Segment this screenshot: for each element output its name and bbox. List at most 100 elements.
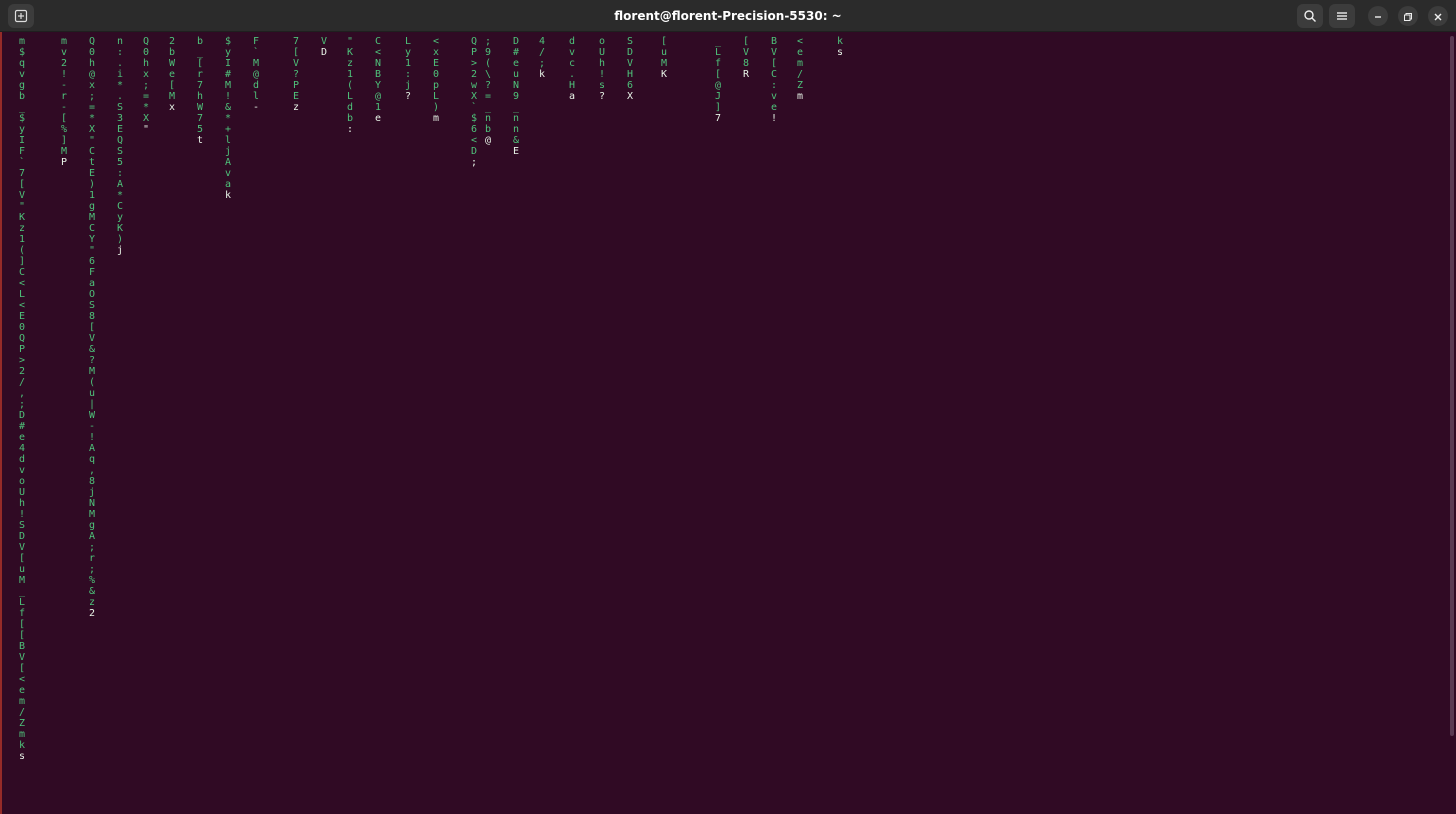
matrix-rain-char: A xyxy=(116,179,124,190)
matrix-rain-char: - xyxy=(60,80,68,91)
matrix-rain-column: 4/; k xyxy=(538,36,546,80)
matrix-rain-char: ? xyxy=(292,69,300,80)
maximize-button[interactable] xyxy=(1398,6,1418,26)
window-titlebar[interactable]: florent@florent-Precision-5530: ~ xyxy=(0,0,1456,32)
matrix-rain-char: V xyxy=(18,652,26,663)
matrix-rain-char: < xyxy=(18,278,26,289)
matrix-rain-char: m xyxy=(18,696,26,707)
matrix-rain-char: x xyxy=(432,47,440,58)
matrix-rain-char: 6 xyxy=(626,80,634,91)
matrix-rain-char: x xyxy=(168,102,176,113)
matrix-rain-char: d xyxy=(568,36,576,47)
matrix-rain-char: H xyxy=(568,80,576,91)
terminal-area[interactable]: m $ q v g b _ $ y I F ` 7[V " Kz 1(] C < L < E 0 Q P >2/,; D # e 4 d v… xyxy=(0,32,1456,814)
matrix-rain-char: a xyxy=(224,179,232,190)
matrix-rain-char: ; xyxy=(18,399,26,410)
matrix-rain-char: y xyxy=(224,47,232,58)
matrix-rain-char: * xyxy=(116,190,124,201)
matrix-rain-char: ` xyxy=(18,157,26,168)
matrix-rain-char: 0 xyxy=(88,47,96,58)
matrix-rain-column: VD xyxy=(320,36,328,58)
matrix-rain-char: = xyxy=(88,102,96,113)
matrix-rain-char: 7 xyxy=(292,36,300,47)
matrix-rain-char: v xyxy=(770,91,778,102)
matrix-rain-column: _ Lf[@ J] 7 xyxy=(714,36,722,124)
matrix-rain-char: [ xyxy=(18,179,26,190)
matrix-rain-char: D xyxy=(320,47,328,58)
matrix-rain-char: k xyxy=(224,190,232,201)
matrix-rain-char: < xyxy=(18,674,26,685)
menu-button[interactable] xyxy=(1329,4,1355,28)
matrix-rain-char: 9 xyxy=(512,91,520,102)
matrix-rain-char: Y xyxy=(374,80,382,91)
matrix-rain-column: Q 0 h @ x; = * X " Ct E) 1 g M C Y " 6 Fa O S 8[V &? M(u | W -! Aq,… xyxy=(88,36,96,619)
close-button[interactable] xyxy=(1428,6,1448,26)
matrix-rain-char: 6 xyxy=(470,124,478,135)
matrix-rain-char: = xyxy=(484,91,492,102)
matrix-rain-char: 2 xyxy=(88,608,96,619)
matrix-rain-char: s xyxy=(18,751,26,762)
matrix-rain-char: h xyxy=(88,58,96,69)
matrix-rain-char: N xyxy=(374,58,382,69)
matrix-rain-char: ; xyxy=(470,157,478,168)
matrix-rain-char: < xyxy=(374,47,382,58)
matrix-rain-char: Q xyxy=(18,333,26,344)
matrix-rain-char: ) xyxy=(432,102,440,113)
matrix-rain-char: S xyxy=(88,300,96,311)
matrix-rain-char: N xyxy=(88,498,96,509)
matrix-rain-char: ; xyxy=(142,80,150,91)
matrix-rain-char: h xyxy=(18,498,26,509)
matrix-rain-char: m xyxy=(18,729,26,740)
matrix-rain-char: X xyxy=(142,113,150,124)
matrix-rain-char: * xyxy=(142,102,150,113)
matrix-rain-char: . xyxy=(568,69,576,80)
matrix-rain-char: X xyxy=(626,91,634,102)
matrix-rain-char: / xyxy=(18,707,26,718)
matrix-rain-char: d xyxy=(252,80,260,91)
matrix-rain-char: ] xyxy=(714,102,722,113)
matrix-rain-char: ! xyxy=(18,509,26,520)
close-icon xyxy=(1433,7,1443,26)
matrix-rain-char: t xyxy=(196,135,204,146)
matrix-rain-char: H xyxy=(626,69,634,80)
matrix-rain-char: ) xyxy=(116,234,124,245)
matrix-rain-char: K xyxy=(660,69,668,80)
matrix-rain-char: l xyxy=(224,135,232,146)
matrix-rain-char: m xyxy=(60,36,68,47)
matrix-rain-char: : xyxy=(346,124,354,135)
new-tab-button[interactable] xyxy=(8,4,34,28)
matrix-rain-char: M xyxy=(18,575,26,586)
matrix-rain-char: ! xyxy=(598,69,606,80)
matrix-rain-column: [V 8 R xyxy=(742,36,750,80)
matrix-rain-char: e xyxy=(512,58,520,69)
matrix-rain-char: I xyxy=(18,135,26,146)
matrix-rain-char: e xyxy=(18,432,26,443)
matrix-rain-char: o xyxy=(18,476,26,487)
matrix-rain-char: i xyxy=(116,69,124,80)
matrix-rain-char: ! xyxy=(770,113,778,124)
matrix-rain-char: L xyxy=(346,91,354,102)
matrix-rain-char: x xyxy=(88,80,96,91)
matrix-rain-char: # xyxy=(224,69,232,80)
matrix-rain-char: P xyxy=(60,157,68,168)
matrix-rain-column: $ y I # M! & * + l j Av a k xyxy=(224,36,232,201)
matrix-rain-char: J xyxy=(714,91,722,102)
matrix-rain-char: M xyxy=(168,91,176,102)
terminal-scrollbar[interactable] xyxy=(1450,36,1454,736)
terminal-left-edge xyxy=(0,32,2,814)
matrix-rain-char: v xyxy=(224,168,232,179)
search-button[interactable] xyxy=(1297,4,1323,28)
matrix-rain-column: m v 2! - r -[%] M P xyxy=(60,36,68,168)
matrix-rain-char: E xyxy=(512,146,520,157)
matrix-rain-char: y xyxy=(404,47,412,58)
minimize-button[interactable] xyxy=(1368,6,1388,26)
matrix-rain-char: f xyxy=(18,608,26,619)
matrix-rain-char: D xyxy=(18,531,26,542)
matrix-rain-char: 0 xyxy=(18,322,26,333)
matrix-rain-char: & xyxy=(88,344,96,355)
matrix-rain-char: w xyxy=(470,80,478,91)
matrix-rain-char: v xyxy=(568,47,576,58)
matrix-rain-char: e xyxy=(796,47,804,58)
matrix-rain-char: 8 xyxy=(742,58,750,69)
matrix-rain-char: n xyxy=(512,124,520,135)
